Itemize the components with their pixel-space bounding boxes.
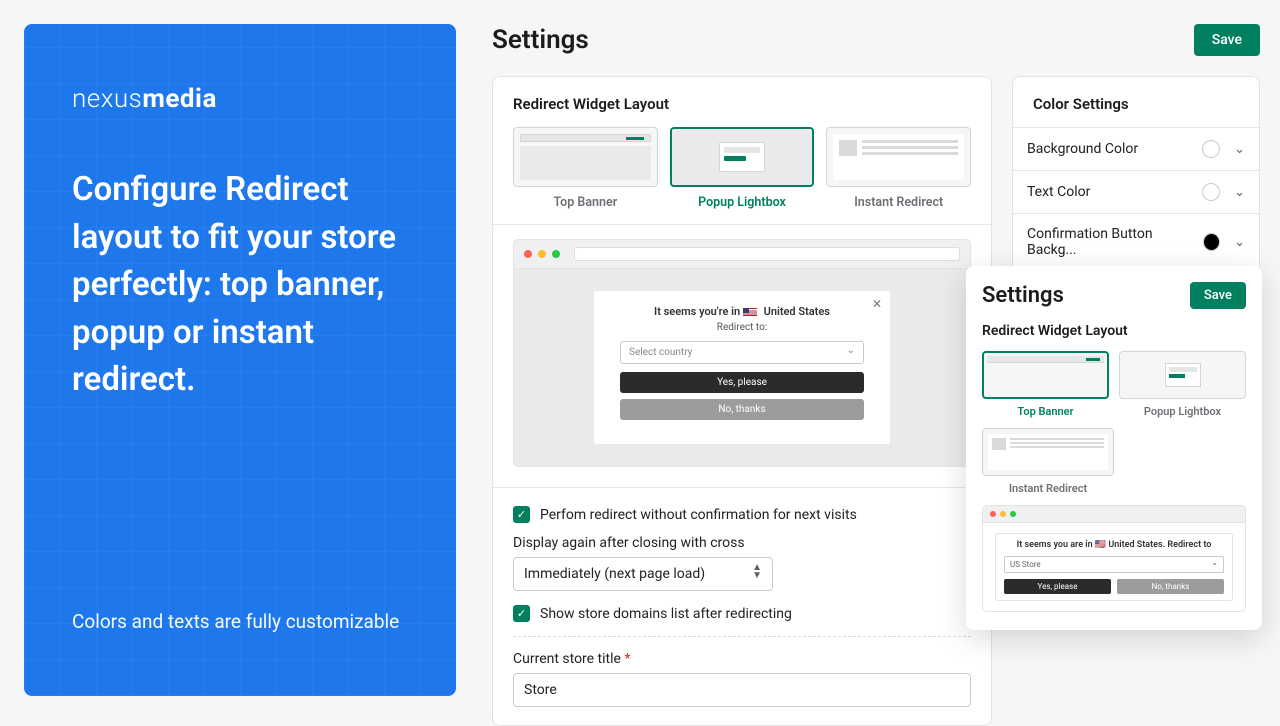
mobile-no-button[interactable]: No, thanks: [1117, 579, 1224, 594]
layout-option-top-banner[interactable]: Top Banner: [513, 127, 658, 210]
mobile-page-title: Settings: [982, 283, 1064, 308]
save-button[interactable]: Save: [1194, 24, 1260, 56]
color-row-background[interactable]: Background Color⌄: [1013, 127, 1259, 170]
close-icon[interactable]: ✕: [872, 297, 882, 311]
mobile-yes-button[interactable]: Yes, please: [1004, 579, 1111, 594]
page-title: Settings: [492, 25, 589, 55]
chevron-down-icon: ⌄: [1234, 235, 1245, 250]
browser-chrome: [514, 240, 970, 269]
dialog-no-button[interactable]: No, thanks: [620, 399, 864, 420]
layout-section-title: Redirect Widget Layout: [493, 77, 991, 127]
mobile-section-title: Redirect Widget Layout: [982, 323, 1246, 339]
layout-card: Redirect Widget Layout Top Banner Popup …: [492, 76, 992, 726]
mobile-option-top-banner[interactable]: Top Banner: [982, 351, 1109, 418]
checkbox-confirm-next-visits[interactable]: ✓ Perfom redirect without confirmation f…: [513, 506, 971, 523]
brand-logo: nexusmedia: [72, 84, 408, 114]
mobile-banner-preview: It seems you are in 🇺🇸 United States. Re…: [982, 505, 1246, 612]
swatch-icon: [1202, 140, 1220, 158]
check-icon: ✓: [513, 506, 530, 523]
display-again-label: Display again after closing with cross: [513, 535, 971, 551]
layout-option-instant[interactable]: Instant Redirect: [826, 127, 971, 210]
store-title-input[interactable]: [513, 673, 971, 707]
swatch-icon: [1203, 233, 1220, 251]
us-flag-icon: [743, 308, 757, 317]
country-select[interactable]: Select country: [620, 341, 864, 364]
hero-panel: nexusmedia Configure Redirect layout to …: [24, 24, 456, 696]
mobile-save-button[interactable]: Save: [1190, 282, 1246, 309]
layout-option-popup[interactable]: Popup Lightbox: [670, 127, 815, 210]
mobile-option-popup[interactable]: Popup Lightbox: [1119, 351, 1246, 418]
mobile-country-select[interactable]: US Store: [1004, 556, 1224, 573]
swatch-icon: [1202, 183, 1220, 201]
mobile-option-instant[interactable]: Instant Redirect: [982, 428, 1114, 495]
layout-preview: ✕ It seems you're in United States Redir…: [493, 225, 991, 487]
chevron-down-icon: ⌄: [1234, 185, 1245, 200]
select-arrows-icon: ▲▼: [752, 564, 762, 580]
chevron-down-icon: ⌄: [1234, 142, 1245, 157]
store-title-label: Current store title *: [513, 651, 971, 667]
hero-headline: Configure Redirect layout to fit your st…: [72, 166, 408, 404]
dialog-yes-button[interactable]: Yes, please: [620, 372, 864, 393]
mobile-preview-card: Settings Save Redirect Widget Layout Top…: [966, 266, 1262, 630]
preview-dialog: ✕ It seems you're in United States Redir…: [594, 291, 890, 444]
color-section-title: Color Settings: [1013, 77, 1259, 127]
display-again-select[interactable]: Immediately (next page load) ▲▼: [513, 557, 773, 591]
checkbox-show-domains[interactable]: ✓ Show store domains list after redirect…: [513, 605, 971, 622]
check-icon: ✓: [513, 605, 530, 622]
color-row-confirm-btn[interactable]: Confirmation Button Backg...⌄: [1013, 213, 1259, 270]
hero-subline: Colors and texts are fully customizable: [72, 607, 399, 636]
color-row-text[interactable]: Text Color⌄: [1013, 170, 1259, 213]
